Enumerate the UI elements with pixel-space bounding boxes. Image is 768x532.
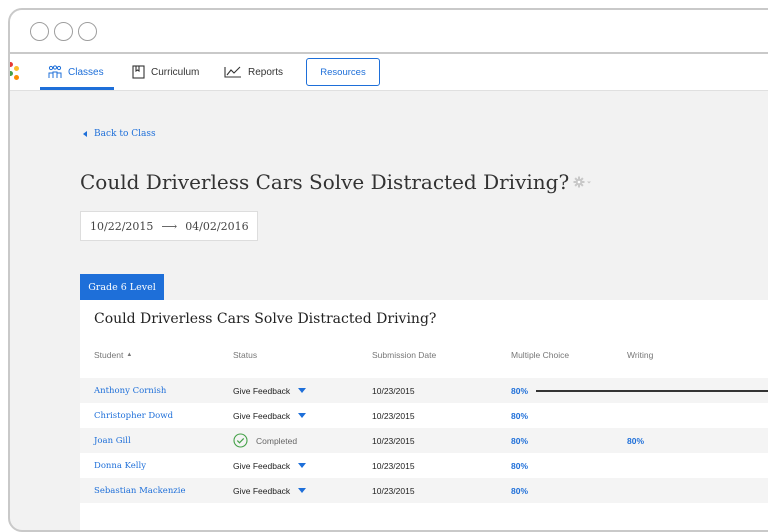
column-header-writing: Writing <box>627 350 654 360</box>
window-titlebar <box>10 10 768 54</box>
chevron-down-icon <box>298 413 307 418</box>
reports-icon <box>224 66 242 78</box>
completed-status: Completed <box>233 428 297 453</box>
chevron-down-icon <box>298 388 307 393</box>
chevron-down-icon <box>298 463 307 468</box>
window-control-maximize[interactable] <box>78 22 97 41</box>
active-tab-indicator <box>40 87 114 90</box>
assignment-results-card: Could Driverless Cars Solve Distracted D… <box>80 300 768 530</box>
submission-date: 10/23/2015 <box>372 435 415 446</box>
grade-level-tab[interactable]: Grade 6 Level <box>80 274 164 300</box>
submission-date: 10/23/2015 <box>372 460 415 471</box>
date-range-picker[interactable]: 10/22/2015 ⟶ 04/02/2016 <box>80 211 258 241</box>
sort-caret-icon: ▲ <box>126 352 133 358</box>
table-row: Anthony Cornish Give Feedback 10/23/2015… <box>80 378 768 403</box>
end-date: 04/02/2016 <box>185 219 249 233</box>
score-bar <box>536 390 768 392</box>
column-header-student-label: Student <box>94 350 124 360</box>
table-row: Donna Kelly Give Feedback 10/23/2015 80% <box>80 453 768 478</box>
column-header-student[interactable]: Student ▲ <box>94 350 132 360</box>
table-row: Joan Gill Completed 10/23/2015 80% 80% <box>80 428 768 453</box>
back-to-class-link[interactable]: Back to Class <box>83 129 156 139</box>
settings-gear-icon[interactable] <box>573 176 593 188</box>
multiple-choice-score[interactable]: 80% <box>511 428 528 453</box>
resources-button[interactable]: Resources <box>306 58 380 86</box>
give-feedback-dropdown[interactable]: Give Feedback <box>233 478 307 503</box>
writing-score[interactable]: 80% <box>627 428 644 453</box>
status-label: Give Feedback <box>233 485 291 496</box>
column-header-status: Status <box>233 350 258 360</box>
status-label: Give Feedback <box>233 460 291 471</box>
submission-date: 10/23/2015 <box>372 485 415 496</box>
arrow-right-icon: ⟶ <box>161 219 178 233</box>
nav-tab-curriculum-label: Curriculum <box>151 66 200 78</box>
page-title: Could Driverless Cars Solve Distracted D… <box>80 170 570 194</box>
classes-icon <box>48 65 62 79</box>
app-logo[interactable] <box>10 62 22 82</box>
nav-tab-classes-label: Classes <box>68 66 104 78</box>
card-title: Could Driverless Cars Solve Distracted D… <box>94 311 437 327</box>
give-feedback-dropdown[interactable]: Give Feedback <box>233 378 307 403</box>
chevron-down-icon <box>298 488 307 493</box>
student-name-link[interactable]: Anthony Cornish <box>94 378 166 403</box>
back-arrow-icon <box>83 131 87 137</box>
back-to-class-label: Back to Class <box>94 129 156 139</box>
column-header-submission-date: Submission Date <box>372 350 437 360</box>
submission-date: 10/23/2015 <box>372 385 415 396</box>
browser-window: Classes Curriculum Reports Resources Bac… <box>8 8 768 532</box>
student-name-link[interactable]: Donna Kelly <box>94 453 146 478</box>
multiple-choice-score[interactable]: 80% <box>511 453 528 478</box>
give-feedback-dropdown[interactable]: Give Feedback <box>233 403 307 428</box>
column-header-multiple-choice: Multiple Choice <box>511 350 570 360</box>
multiple-choice-score[interactable]: 80% <box>511 378 528 403</box>
table-row: Christopher Dowd Give Feedback 10/23/201… <box>80 403 768 428</box>
nav-tab-curriculum[interactable]: Curriculum <box>132 54 199 90</box>
student-name-link[interactable]: Christopher Dowd <box>94 403 173 428</box>
give-feedback-dropdown[interactable]: Give Feedback <box>233 453 307 478</box>
page-title-row: Could Driverless Cars Solve Distracted D… <box>80 170 593 194</box>
submission-date: 10/23/2015 <box>372 410 415 421</box>
nav-tab-reports-label: Reports <box>248 66 284 78</box>
window-control-minimize[interactable] <box>54 22 73 41</box>
start-date: 10/22/2015 <box>90 219 154 233</box>
window-control-close[interactable] <box>30 22 49 41</box>
top-navbar: Classes Curriculum Reports Resources <box>10 54 768 91</box>
check-circle-icon <box>233 433 248 448</box>
nav-tab-reports[interactable]: Reports <box>224 54 283 90</box>
status-label: Completed <box>256 435 298 446</box>
multiple-choice-score[interactable]: 80% <box>511 478 528 503</box>
table-row: Sebastian Mackenzie Give Feedback 10/23/… <box>80 478 768 503</box>
multiple-choice-score[interactable]: 80% <box>511 403 528 428</box>
curriculum-icon <box>132 65 145 79</box>
status-label: Give Feedback <box>233 385 291 396</box>
student-name-link[interactable]: Joan Gill <box>94 428 131 453</box>
status-label: Give Feedback <box>233 410 291 421</box>
student-name-link[interactable]: Sebastian Mackenzie <box>94 478 186 503</box>
nav-tab-classes[interactable]: Classes <box>48 54 104 90</box>
